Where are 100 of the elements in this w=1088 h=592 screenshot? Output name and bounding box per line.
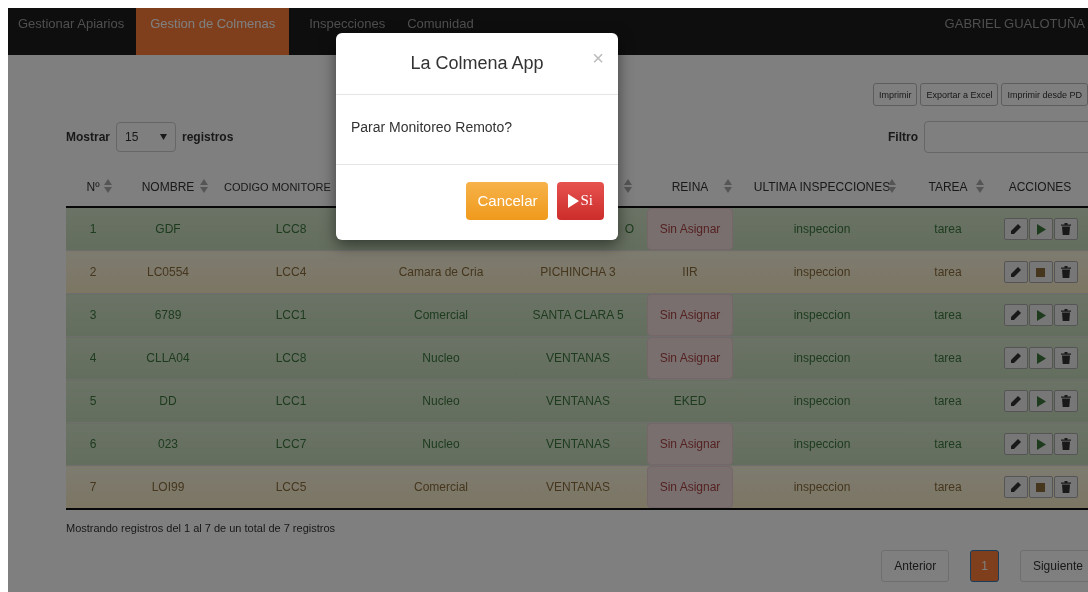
trash-icon <box>1060 481 1071 493</box>
table-cell: 6 <box>89 437 97 451</box>
table-cell: DD <box>159 394 177 408</box>
play-icon <box>1035 352 1046 364</box>
delete-button[interactable] <box>1053 218 1078 240</box>
queen-status-badge: Sin Asignar <box>647 423 733 465</box>
table-cell: Camara de Cria <box>398 265 484 279</box>
pencil-icon <box>1010 223 1021 235</box>
table-cell: Nucleo <box>422 437 460 451</box>
delete-button[interactable] <box>1053 304 1078 326</box>
queen-status-badge: Sin Asignar <box>647 337 733 379</box>
stop-button[interactable] <box>1028 476 1053 498</box>
table-cell: LCC8 <box>275 222 307 236</box>
table-cell: tarea <box>934 265 962 279</box>
play-button[interactable] <box>1028 433 1053 455</box>
pencil-icon <box>1010 395 1021 407</box>
delete-button[interactable] <box>1053 476 1078 498</box>
queen-status-badge: Sin Asignar <box>647 466 733 508</box>
pencil-icon <box>1010 309 1021 321</box>
previous-page-button[interactable]: Anterior <box>881 550 950 582</box>
edit-button[interactable] <box>1003 218 1028 240</box>
toolbar-button[interactable]: Imprimir desde PD <box>1001 83 1088 106</box>
table-cell: LCC7 <box>275 437 307 451</box>
table-cell: tarea <box>934 222 962 236</box>
trash-icon <box>1060 352 1071 364</box>
table-cell: Nucleo <box>422 394 460 408</box>
table-cell: LCC1 <box>275 394 307 408</box>
table-cell: SANTA CLARA 5 <box>532 308 624 322</box>
play-icon <box>1035 309 1046 321</box>
table-cell: VENTANAS <box>546 351 610 365</box>
column-header[interactable]: REINA <box>671 180 709 194</box>
toolbar-button[interactable]: Exportar a Excel <box>920 83 999 106</box>
table-cell: 023 <box>158 437 178 451</box>
table-cell: IIR <box>682 265 698 279</box>
table-cell: EKED <box>673 394 707 408</box>
play-icon <box>1035 223 1046 235</box>
toolbar-button[interactable]: Imprimir <box>872 83 918 106</box>
confirm-button[interactable]: Si <box>557 181 604 220</box>
sort-icon[interactable] <box>888 179 896 193</box>
caret-icon <box>160 134 167 140</box>
user-name[interactable]: GABRIEL GUALOTUÑA <box>944 8 1088 55</box>
table-cell: CLLA04 <box>146 351 190 365</box>
table-cell: Comercial <box>414 308 468 322</box>
play-icon <box>1035 395 1046 407</box>
column-header[interactable]: NOMBRE <box>141 180 195 194</box>
edit-button[interactable] <box>1003 390 1028 412</box>
nav-tab[interactable]: Gestionar Apiarios <box>8 8 135 55</box>
table-cell: O <box>624 222 634 236</box>
column-header[interactable]: ACCIONES <box>1008 180 1072 194</box>
dialog-message: Parar Monitoreo Remoto? <box>351 119 513 135</box>
show-label: Mostrar <box>66 130 110 144</box>
table-cell: 3 <box>89 308 97 322</box>
edit-button[interactable] <box>1003 261 1028 283</box>
pencil-icon <box>1010 352 1021 364</box>
table-cell: Comercial <box>414 480 468 494</box>
play-icon <box>1035 438 1046 450</box>
table-cell: VENTANAS <box>546 480 610 494</box>
table-cell: tarea <box>934 308 962 322</box>
edit-button[interactable] <box>1003 347 1028 369</box>
table-cell: 2 <box>89 265 97 279</box>
column-header[interactable]: TAREA <box>928 180 968 194</box>
edit-button[interactable] <box>1003 304 1028 326</box>
next-page-button[interactable]: Siguiente <box>1019 550 1088 582</box>
play-button[interactable] <box>1028 304 1053 326</box>
table-cell: inspeccion <box>793 394 851 408</box>
stop-button[interactable] <box>1028 261 1053 283</box>
play-button[interactable] <box>1028 347 1053 369</box>
delete-button[interactable] <box>1053 261 1078 283</box>
table-cell: 4 <box>89 351 97 365</box>
records-label: registros <box>182 130 234 144</box>
column-header[interactable]: Nº <box>86 180 100 194</box>
column-header[interactable]: ULTIMA INSPECCIONES <box>753 180 891 194</box>
table-cell: inspeccion <box>793 222 851 236</box>
table-cell: inspeccion <box>793 308 851 322</box>
pencil-icon <box>1010 266 1021 278</box>
column-header[interactable]: CODIGO MONITORE <box>224 181 331 193</box>
table-cell: inspeccion <box>793 480 851 494</box>
trash-icon <box>1060 266 1071 278</box>
table-cell: 6789 <box>154 308 182 322</box>
page-size-select[interactable]: 15 <box>116 122 176 152</box>
filter-field[interactable] <box>924 121 1088 153</box>
play-button[interactable] <box>1028 218 1053 240</box>
table-cell: 1 <box>89 222 97 236</box>
table-cell: LCC1 <box>275 308 307 322</box>
dialog-title: La Colmena App <box>410 53 544 74</box>
trash-icon <box>1060 223 1071 235</box>
edit-button[interactable] <box>1003 476 1028 498</box>
edit-button[interactable] <box>1003 433 1028 455</box>
table-cell: tarea <box>934 480 962 494</box>
delete-button[interactable] <box>1053 347 1078 369</box>
pencil-icon <box>1010 438 1021 450</box>
table-cell: GDF <box>155 222 181 236</box>
play-icon <box>568 193 580 208</box>
table-cell: tarea <box>934 394 962 408</box>
table-cell: VENTANAS <box>546 394 610 408</box>
delete-button[interactable] <box>1053 390 1078 412</box>
delete-button[interactable] <box>1053 433 1078 455</box>
stop-icon <box>1036 482 1045 492</box>
play-button[interactable] <box>1028 390 1053 412</box>
trash-icon <box>1060 309 1071 321</box>
